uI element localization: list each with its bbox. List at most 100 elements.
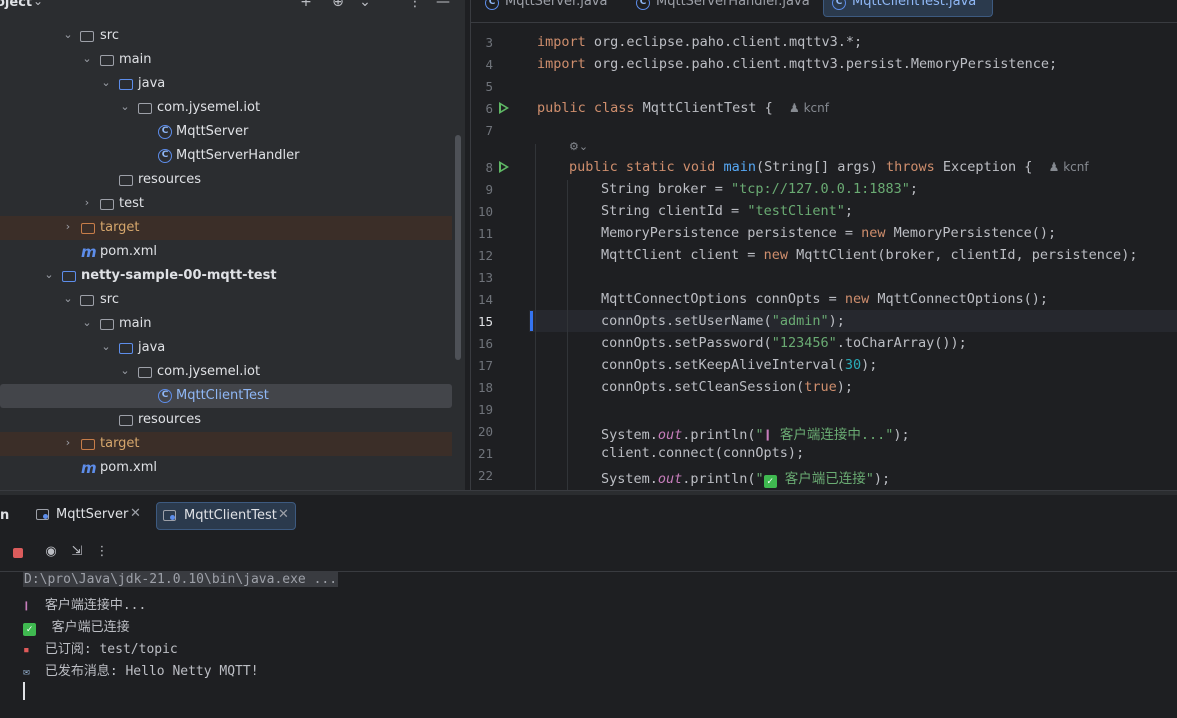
module-icon (62, 271, 76, 282)
chevron-down-icon[interactable]: ⌄ (81, 52, 93, 66)
package-icon (138, 367, 152, 378)
excluded-folder-icon (81, 223, 95, 234)
tree-item-resources[interactable]: resources (0, 408, 452, 432)
code-editor[interactable]: C MqttServer.java C MqttServerHandler.ja… (470, 0, 1177, 490)
tree-item-label: pom.xml (100, 244, 157, 259)
close-icon[interactable]: ✕ (278, 507, 289, 522)
author-hint[interactable]: ♟︎ kcnf (1049, 160, 1089, 174)
run-tab-mqttserver[interactable]: MqttServer ✕ (30, 502, 150, 528)
tree-item-main[interactable]: ⌄ main (0, 312, 452, 336)
console-output[interactable]: D:\pro\Java\jdk-21.0.10\bin\java.exe ...… (0, 571, 1177, 718)
tree-item-package[interactable]: ⌄ com.jysemel.iot (0, 360, 452, 384)
tree-item-class[interactable]: C MqttServer (0, 120, 452, 144)
tree-item-pom[interactable]: m pom.xml (0, 456, 452, 480)
run-toolbar: ◉ ⇲ ⋮ (0, 537, 1177, 567)
line-number: 20 (477, 424, 493, 439)
code-line: connOpts.setPassword("123456".toCharArra… (601, 335, 967, 351)
tree-item-label: netty-sample-00-mqtt-test (81, 268, 277, 283)
editor-tab-bar: C MqttServer.java C MqttServerHandler.ja… (471, 0, 1177, 23)
tree-item-java[interactable]: ⌄ java (0, 336, 452, 360)
tree-item-target[interactable]: › target (0, 216, 452, 240)
chevron-right-icon[interactable]: › (62, 220, 74, 234)
tree-item-label: java (138, 76, 166, 91)
plus-icon[interactable]: + (298, 0, 314, 10)
chevron-down-icon[interactable]: ⌄ (43, 268, 55, 282)
run-tool-window: n MqttServer ✕ MqttClientTest ✕ ◉ ⇲ ⋮ D:… (0, 495, 1177, 717)
close-icon[interactable]: ✕ (130, 506, 141, 521)
tree-item-pom[interactable]: m pom.xml (0, 240, 452, 264)
exit-icon[interactable]: ⇲ (68, 543, 86, 561)
chevron-down-icon[interactable]: ⌄ (62, 28, 74, 42)
chevron-right-icon[interactable]: › (81, 196, 93, 210)
run-tab-bar: n MqttServer ✕ MqttClientTest ✕ (0, 495, 1177, 535)
envelope-emoji-icon: ✉ (23, 665, 30, 678)
chevron-down-icon[interactable]: ⌄ (62, 292, 74, 306)
class-icon: C (158, 125, 172, 139)
code-line: System.out.println(" ✓ 客户端已连接"); (601, 471, 891, 488)
camera-icon[interactable]: ◉ (42, 543, 60, 561)
line-number: 8 (485, 160, 493, 175)
tree-item-resources[interactable]: resources (0, 168, 452, 192)
class-icon: C (832, 0, 846, 10)
tree-item-main[interactable]: ⌄ main (0, 48, 452, 72)
tree-item-target[interactable]: › target (0, 432, 452, 456)
tab-mqttserverhandler[interactable]: C MqttServerHandler.java (636, 0, 810, 16)
line-number: 16 (477, 336, 493, 351)
check-emoji-icon: ✓ (23, 623, 36, 636)
indent-guide (567, 180, 568, 490)
tab-label: MqttClientTest.java (852, 0, 977, 9)
author-hint[interactable]: ♟︎ kcnf (789, 101, 829, 115)
tab-mqttclienttest[interactable]: C MqttClientTest.java (823, 0, 993, 17)
run-icon[interactable] (499, 102, 509, 114)
package-icon (138, 103, 152, 114)
class-icon: C (485, 0, 499, 10)
run-tab-label: MqttClientTest (184, 508, 277, 523)
maven-icon: m (81, 243, 97, 261)
tree-item-module[interactable]: ⌄ netty-sample-00-mqtt-test (0, 264, 452, 288)
run-tab-mqttclienttest[interactable]: MqttClientTest ✕ (156, 502, 296, 530)
line-number: 18 (477, 380, 493, 395)
project-scrollbar[interactable] (455, 135, 461, 360)
run-icon[interactable] (499, 161, 509, 173)
tree-item-class[interactable]: C MqttServerHandler (0, 144, 452, 168)
tab-label: MqttServerHandler.java (656, 0, 810, 9)
tree-item-label: test (119, 196, 144, 211)
class-icon: C (636, 0, 650, 10)
more-icon[interactable]: ⋮ (93, 543, 111, 561)
chevron-right-icon[interactable]: › (62, 436, 74, 450)
code-line: import org.eclipse.paho.client.mqttv3.pe… (537, 56, 1058, 72)
line-number: 3 (485, 35, 493, 50)
megaphone-emoji-icon: ▪ (23, 643, 30, 656)
tree-item-src[interactable]: ⌄ src (0, 24, 452, 48)
stop-icon[interactable] (13, 548, 23, 558)
console-command-line[interactable]: D:\pro\Java\jdk-21.0.10\bin\java.exe ... (23, 572, 339, 587)
tree-item-label: src (100, 292, 119, 307)
line-number: 6 (485, 101, 493, 116)
source-folder-icon (119, 343, 133, 354)
tree-item-java[interactable]: ⌄ java (0, 72, 452, 96)
ai-hint-icon[interactable]: ⚙⌄ (569, 140, 588, 153)
line-number: 19 (477, 402, 493, 417)
chevron-down-icon[interactable]: ⌄ (33, 0, 43, 8)
tree-item-test[interactable]: › test (0, 192, 452, 216)
line-number: 21 (477, 446, 493, 461)
more-icon[interactable]: ⋮ (407, 0, 423, 10)
caret-marker (530, 311, 533, 331)
chevron-down-icon[interactable]: ⌄ (119, 100, 131, 114)
chevron-down-icon[interactable]: ⌄ (100, 76, 112, 90)
folder-icon (100, 319, 114, 330)
expand-icon[interactable]: ⌄ (357, 0, 373, 10)
chevron-down-icon[interactable]: ⌄ (100, 340, 112, 354)
folder-icon (100, 199, 114, 210)
project-panel-title[interactable]: oject (0, 0, 32, 10)
target-icon[interactable]: ⊕ (330, 0, 346, 10)
collapse-icon[interactable]: ⌃ (382, 0, 398, 10)
folder-icon (80, 31, 94, 42)
tree-item-class-selected[interactable]: C MqttClientTest (0, 384, 452, 408)
minimize-icon[interactable]: — (435, 0, 451, 10)
tree-item-src[interactable]: ⌄ src (0, 288, 452, 312)
tab-mqttserver[interactable]: C MqttServer.java (485, 0, 607, 16)
tree-item-package[interactable]: ⌄ com.jysemel.iot (0, 96, 452, 120)
chevron-down-icon[interactable]: ⌄ (81, 316, 93, 330)
chevron-down-icon[interactable]: ⌄ (119, 364, 131, 378)
